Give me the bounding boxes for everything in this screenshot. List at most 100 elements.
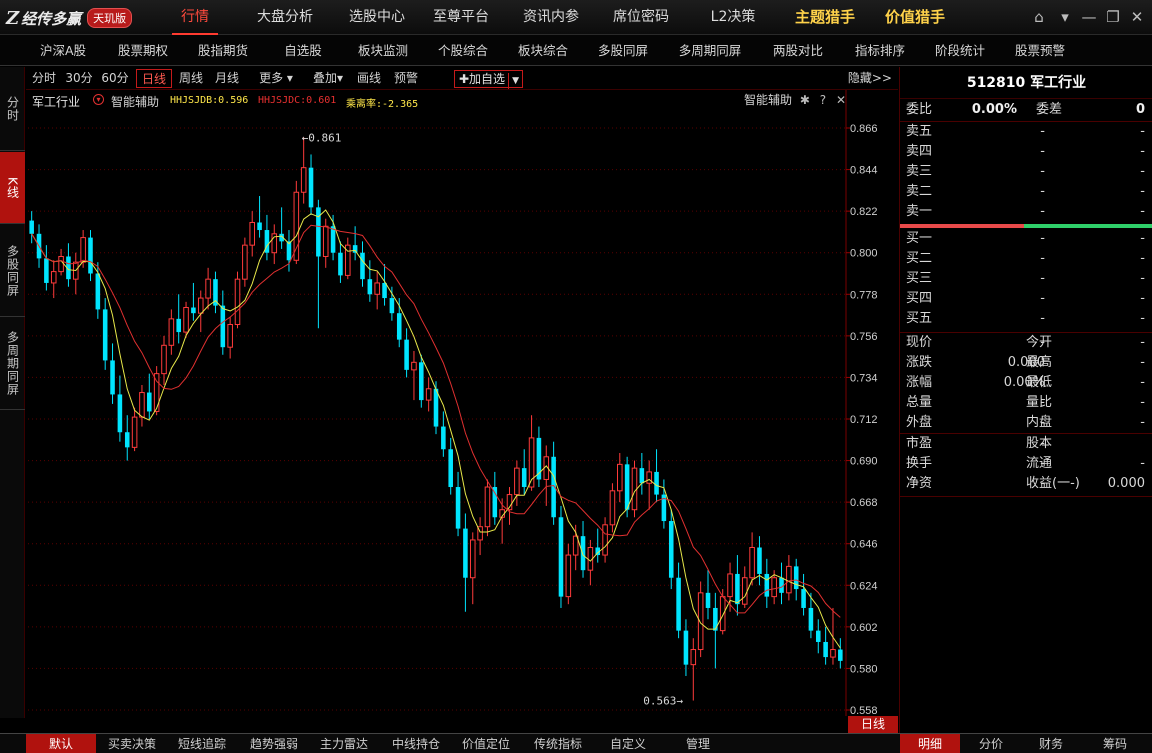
y-tick-label: 0.580 (850, 663, 878, 675)
candle-body-down (396, 313, 402, 340)
subnav-index-futures[interactable]: 股指期货 (186, 35, 260, 66)
right-tab-detail[interactable]: 明细 (900, 734, 960, 753)
topnav-value-hunter[interactable]: 价值猎手 (872, 0, 958, 35)
kline-chart[interactable]: 0.866 0.844 0.822 0.800 0.778 0.756 0.734 0.712… (26, 90, 898, 716)
hide-panel-button[interactable]: 隐藏>> (848, 69, 892, 88)
restore-icon[interactable]: ❐ (1102, 6, 1124, 28)
topnav-market-analysis[interactable]: 大盘分析 (244, 0, 326, 35)
alert-button[interactable]: 预警 (390, 69, 422, 88)
subnav-stage-stats[interactable]: 阶段统计 (922, 35, 998, 66)
subnav-options[interactable]: 股票期权 (106, 35, 180, 66)
buy-level-3: 买三 - - (900, 269, 1152, 289)
topnav-quotes[interactable]: 行情 (164, 0, 226, 35)
topnav-news[interactable]: 资讯内参 (510, 0, 592, 35)
right-tab-finance[interactable]: 财务 (1022, 734, 1080, 753)
period-weekly[interactable]: 周线 (176, 69, 206, 88)
subnav-alerts[interactable]: 股票预警 (1002, 35, 1078, 66)
buy-level-1: 买一 - - (900, 229, 1152, 249)
candle-body-down (624, 464, 630, 510)
subnav-sector-monitor[interactable]: 板块监测 (346, 35, 420, 66)
add-favorite-button[interactable]: ✚加自选 ▼ (454, 70, 524, 89)
candle-body-down (433, 388, 439, 427)
stat2-row-1-label: 换手 (906, 456, 933, 471)
bottom-tab-default[interactable]: 默认 (26, 734, 96, 753)
candle-body-down (676, 577, 681, 631)
period-30min[interactable]: 30分 (64, 69, 94, 88)
sell-level-2: 卖二 - - (900, 182, 1152, 202)
subnav-watchlist[interactable]: 自选股 (266, 35, 340, 66)
bottom-tab-trend-strength[interactable]: 趋势强弱 (242, 734, 306, 753)
bottom-tab-custom[interactable]: 自定义 (596, 734, 660, 753)
buy-level-5-volume: - (1140, 311, 1145, 326)
left-tab-multi-period[interactable]: 多周期同屏 (0, 318, 25, 410)
topnav-stock-picker[interactable]: 选股中心 (336, 0, 418, 35)
topnav-theme-hunter[interactable]: 主题猎手 (782, 0, 868, 35)
candle-body-down (191, 307, 196, 314)
stat2-row-0: 市盈 - 股本 (900, 434, 1152, 454)
buy-level-4-volume: - (1140, 291, 1145, 306)
topnav-premium-platform[interactable]: 至尊平台 (420, 0, 502, 35)
bottom-tab-main-radar[interactable]: 主力雷达 (312, 734, 376, 753)
add-favorite-dropdown-icon[interactable]: ▼ (508, 73, 522, 89)
topnav-seat-code[interactable]: 席位密码 (600, 0, 682, 35)
stat2-row-2-label2: 收益(一-) (1026, 476, 1080, 491)
candle-body-up (469, 539, 476, 579)
candle-body-up (565, 554, 572, 598)
stat-row-3-value2: - (1140, 395, 1145, 410)
stat2-row-1-label2: 流通 (1026, 456, 1053, 471)
buy-level-4-label: 买四 (906, 291, 933, 306)
sell-level-3-price: - (1040, 164, 1045, 179)
candle-body-down (117, 394, 123, 433)
bottom-tab-value-position[interactable]: 价值定位 (454, 734, 518, 753)
subnav-multi-period[interactable]: 多周期同屏 (666, 35, 754, 66)
stat-row-2-label: 涨幅 (906, 375, 933, 390)
sell-level-3-label: 卖三 (906, 164, 933, 179)
subnav-stock-summary[interactable]: 个股综合 (426, 35, 500, 66)
candle-body-down (463, 528, 468, 578)
logo-text: 经传多赢 (21, 9, 82, 28)
app-logo[interactable]: Z 经传多赢 天玑版 (6, 7, 133, 29)
subnav-indicator-sort[interactable]: 指标排序 (842, 35, 918, 66)
period-more-dropdown[interactable]: 更多 ▾ (252, 69, 300, 88)
bottom-tab-traditional[interactable]: 传统指标 (526, 734, 590, 753)
candle-body-down (29, 220, 34, 234)
overlay-dropdown[interactable]: 叠加▾ (308, 69, 348, 88)
home-icon[interactable]: ⌂ (1028, 6, 1050, 28)
buy-level-4-price: - (1040, 291, 1045, 306)
period-monthly[interactable]: 月线 (212, 69, 242, 88)
menu-icon[interactable]: ▾ (1054, 6, 1076, 28)
candle-body-up (293, 191, 300, 261)
period-60min[interactable]: 60分 (98, 69, 132, 88)
bottom-tab-mid-position[interactable]: 中线持仓 (384, 734, 448, 753)
bottom-tab-trade-decision[interactable]: 买卖决策 (100, 734, 164, 753)
topnav-l2-decision[interactable]: L2决策 (692, 0, 774, 35)
subnav-sh-sz-a[interactable]: 沪深A股 (26, 35, 100, 66)
candle-body-down (95, 273, 101, 310)
candle-body-down (441, 426, 446, 450)
sell-level-4-volume: - (1140, 144, 1145, 159)
period-daily[interactable]: 日线 (136, 69, 172, 88)
max-price-label: ←0.861 (302, 131, 342, 144)
bottom-tab-manage[interactable]: 管理 (666, 734, 730, 753)
candle-body-down (757, 547, 762, 574)
stat-row-0-label: 现价 (906, 335, 933, 350)
draw-line-button[interactable]: 画线 (354, 69, 384, 88)
right-tab-price-dist[interactable]: 分价 (962, 734, 1020, 753)
subnav-multi-stock[interactable]: 多股同屏 (586, 35, 660, 66)
candle-body-up (131, 416, 138, 448)
close-icon[interactable]: ✕ (1126, 6, 1148, 28)
candle-body-down (147, 392, 152, 412)
candle-body-up (631, 467, 638, 511)
subnav-compare[interactable]: 两股对比 (760, 35, 836, 66)
period-intraday[interactable]: 分时 (28, 69, 60, 88)
left-tab-kline[interactable]: K线 (0, 152, 25, 224)
left-tab-multi-stock[interactable]: 多股同屏 (0, 225, 25, 317)
candle-body-up (374, 282, 380, 295)
candle-body-up (514, 467, 520, 496)
minimize-icon[interactable]: — (1078, 6, 1100, 28)
subnav-sector-summary[interactable]: 板块综合 (506, 35, 580, 66)
sell-level-5-price: - (1040, 124, 1045, 139)
left-tab-intraday[interactable]: 分时 (0, 67, 25, 151)
right-tab-chips[interactable]: 筹码 (1086, 734, 1144, 753)
bottom-tab-short-track[interactable]: 短线追踪 (170, 734, 234, 753)
